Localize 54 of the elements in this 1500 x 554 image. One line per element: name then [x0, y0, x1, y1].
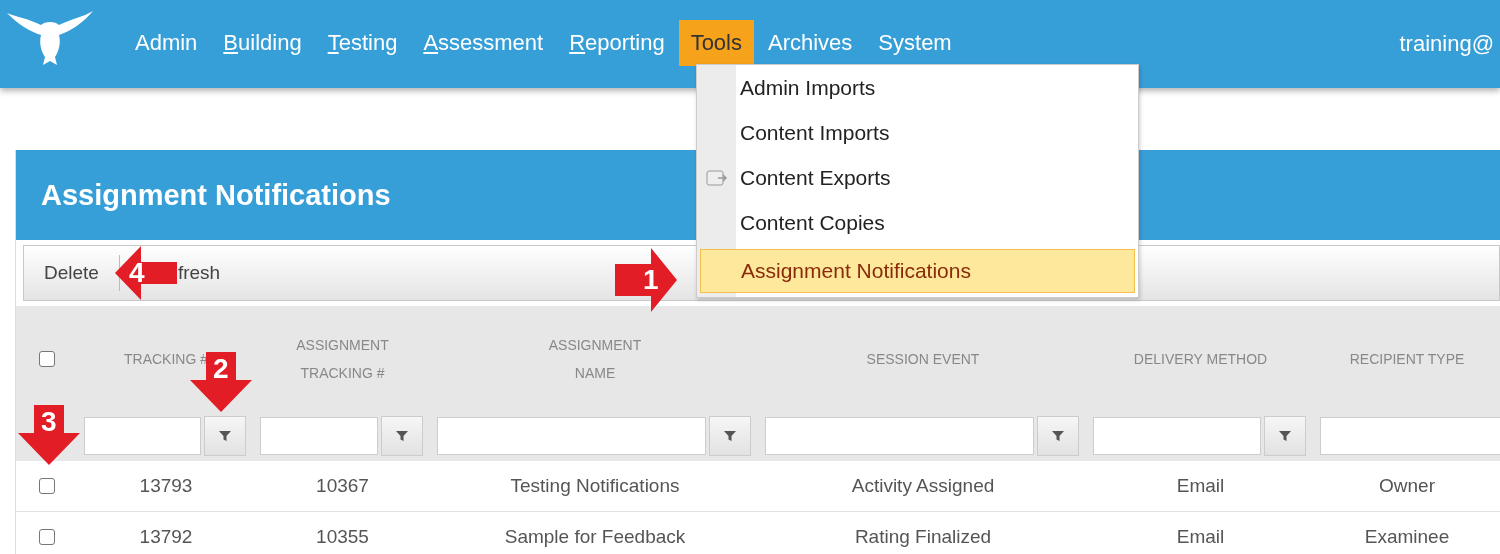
filter-input[interactable]: [84, 417, 201, 455]
filter-button[interactable]: [1037, 416, 1079, 456]
filter-icon: [395, 429, 409, 443]
column-header[interactable]: ASSIGNMENT NAME: [548, 330, 642, 387]
table-cell: Rating Finalized: [854, 526, 992, 548]
filter-button[interactable]: [381, 416, 423, 456]
row-checkbox[interactable]: [39, 478, 55, 494]
filter-input[interactable]: [437, 417, 706, 455]
nav-menu-item[interactable]: Tools: [678, 20, 754, 66]
table-cell: 13793: [139, 475, 193, 497]
column-header[interactable]: ASSIGNMENT TRACKING #: [296, 330, 389, 387]
table-cell: 10367: [316, 475, 369, 497]
filter-icon: [1278, 429, 1292, 443]
nav-menu-item[interactable]: Testing: [315, 20, 410, 66]
table-cell: Testing Notifications: [510, 475, 680, 497]
filter-input[interactable]: [260, 417, 378, 455]
table-cell: Owner: [1379, 475, 1435, 497]
column-header[interactable]: SESSION EVENT: [866, 344, 980, 373]
menu-item[interactable]: Content Exports: [736, 165, 895, 190]
table-cell: 13792: [139, 526, 193, 548]
nav-menu-item[interactable]: Building: [211, 20, 314, 66]
table-cell: Examinee: [1364, 526, 1450, 548]
filter-input[interactable]: [765, 417, 1034, 455]
table-cell: 10355: [316, 526, 369, 548]
select-all-checkbox[interactable]: [39, 350, 55, 367]
export-icon: [705, 168, 728, 187]
table-cell: Email: [1176, 475, 1225, 497]
callout-arrow: 3: [18, 405, 80, 465]
nav-menu-item[interactable]: System: [866, 20, 964, 66]
column-header[interactable]: RECIPIENT TYPE: [1349, 344, 1465, 373]
table-cell: Activity Assigned: [851, 475, 995, 497]
menu-item[interactable]: Content Imports: [736, 120, 894, 145]
filter-input[interactable]: [1093, 417, 1261, 455]
table-cell: Sample for Feedback: [504, 526, 686, 548]
nav-menu-item[interactable]: Assessment: [411, 20, 556, 66]
callout-arrow: 1: [615, 248, 677, 312]
column-header[interactable]: DELIVERY METHOD: [1133, 344, 1268, 373]
filter-icon: [1051, 429, 1065, 443]
filter-input[interactable]: [1320, 417, 1500, 455]
filter-button[interactable]: [1264, 416, 1306, 456]
callout-arrow: 4: [115, 246, 177, 300]
row-checkbox[interactable]: [39, 529, 55, 545]
user-name[interactable]: training@: [1399, 31, 1494, 57]
filter-button[interactable]: [709, 416, 751, 456]
menu-item[interactable]: Content Copies: [736, 210, 889, 235]
filter-icon: [723, 429, 737, 443]
filter-button[interactable]: [204, 416, 246, 456]
panel-title: Assignment Notifications: [41, 178, 391, 212]
nav-menu-item[interactable]: Admin: [123, 20, 210, 66]
nav-menu-item[interactable]: Reporting: [557, 20, 677, 66]
filter-icon: [218, 429, 232, 443]
nav-menu-item[interactable]: Archives: [756, 20, 865, 66]
table-cell: Email: [1176, 526, 1225, 548]
menu-item[interactable]: Admin Imports: [736, 75, 880, 100]
